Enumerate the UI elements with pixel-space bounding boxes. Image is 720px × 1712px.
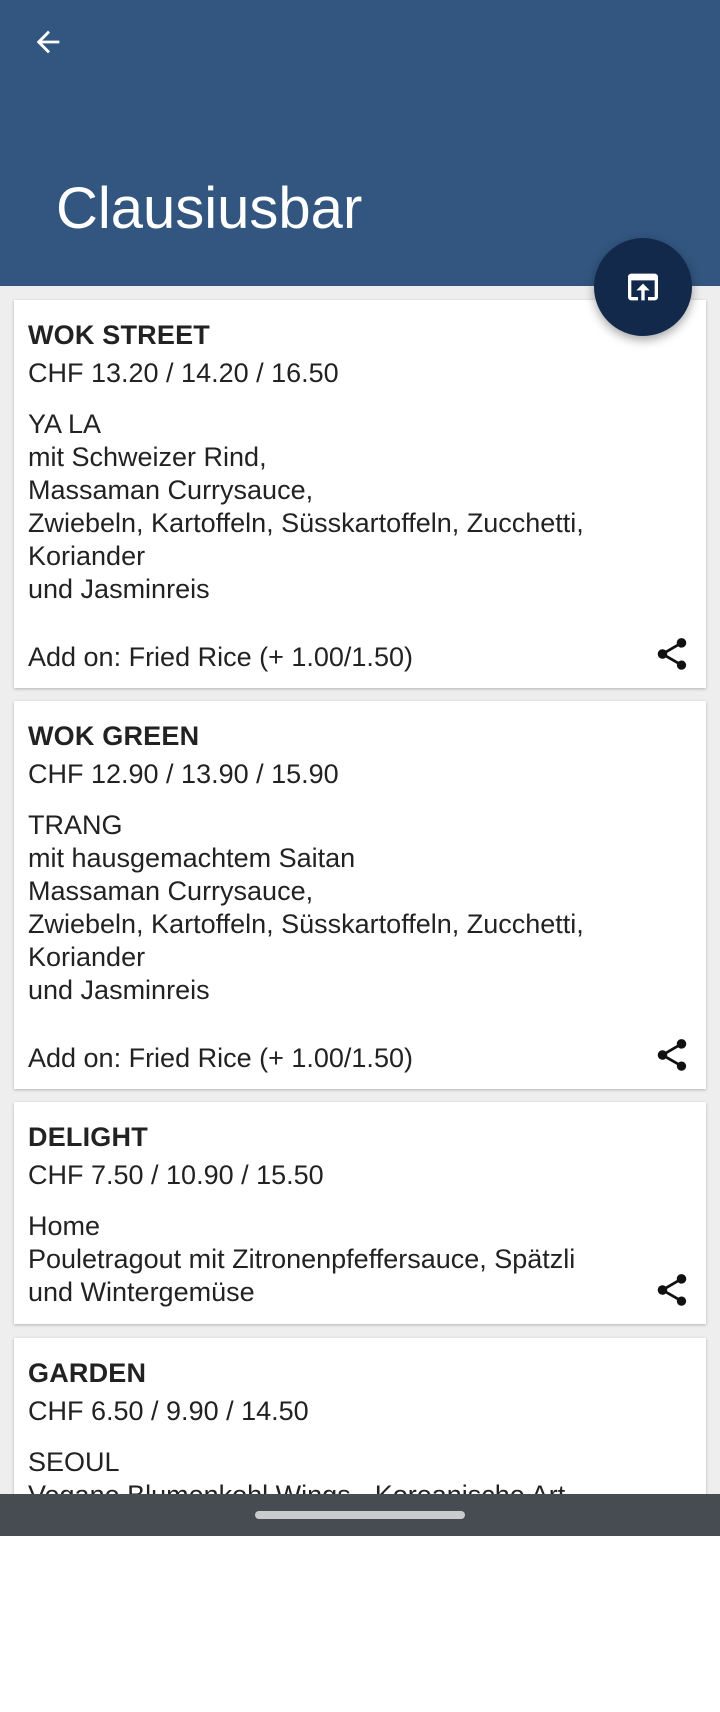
menu-name: WOK STREET (28, 320, 210, 350)
menu-card[interactable]: WOK STREET CHF 13.20 / 14.20 / 16.50 YA … (14, 300, 706, 688)
menu-description: Home Pouletragout mit Zitronenpfeffersau… (28, 1211, 576, 1307)
menu-addon: Add on: Fried Rice (+ 1.00/1.50) (28, 642, 413, 672)
share-button[interactable] (652, 1035, 692, 1075)
share-icon (657, 638, 687, 670)
share-button[interactable] (652, 1270, 692, 1310)
open-in-browser-icon (628, 273, 658, 301)
menu-card[interactable]: DELIGHT CHF 7.50 / 10.90 / 15.50 Home Po… (14, 1102, 706, 1324)
menu-price: CHF 7.50 / 10.90 / 15.50 (28, 1160, 324, 1190)
share-icon (657, 1039, 687, 1071)
menu-addon: Add on: Fried Rice (+ 1.00/1.50) (28, 1043, 413, 1073)
menu-name: DELIGHT (28, 1122, 148, 1152)
arrow-back-icon (36, 30, 60, 54)
share-icon (657, 1274, 687, 1306)
menu-price: CHF 12.90 / 13.90 / 15.90 (28, 759, 339, 789)
home-gesture-handle[interactable] (255, 1511, 465, 1519)
system-navigation-bar (0, 1494, 720, 1536)
menu-description: YA LA mit Schweizer Rind, Massaman Curry… (28, 409, 584, 604)
open-in-browser-button[interactable] (594, 238, 692, 336)
menu-description: TRANG mit hausgemachtem Saitan Massaman … (28, 810, 584, 1005)
menu-name: WOK GREEN (28, 721, 200, 751)
share-button[interactable] (652, 634, 692, 674)
back-button[interactable] (16, 10, 80, 74)
menu-price: CHF 13.20 / 14.20 / 16.50 (28, 358, 339, 388)
menu-price: CHF 6.50 / 9.90 / 14.50 (28, 1396, 309, 1426)
menu-card[interactable]: WOK GREEN CHF 12.90 / 13.90 / 15.90 TRAN… (14, 701, 706, 1089)
menu-name: GARDEN (28, 1358, 147, 1388)
page-title: Clausiusbar (56, 176, 363, 241)
app-bar: Clausiusbar (0, 0, 720, 286)
app-screen: Clausiusbar WOK STREET CHF 13.20 / 14.20… (0, 0, 720, 1536)
